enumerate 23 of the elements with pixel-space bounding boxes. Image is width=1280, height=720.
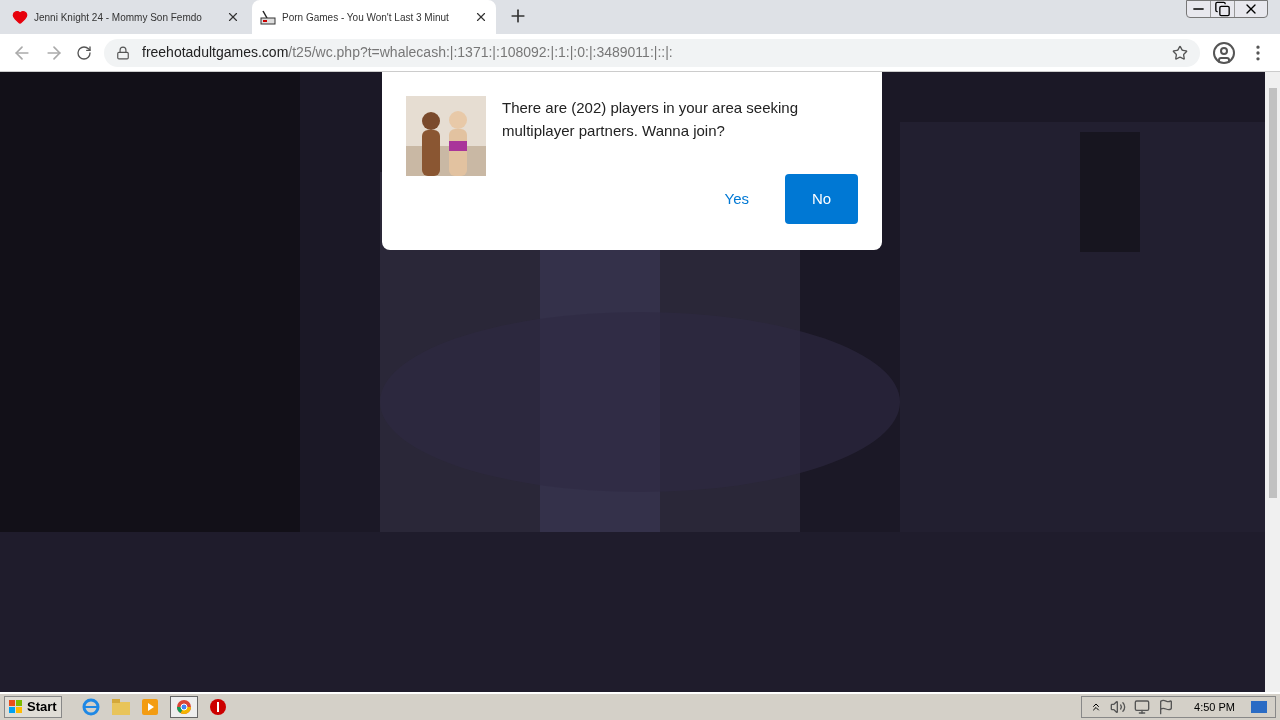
tab-title: Porn Games - You Won't Last 3 Minut: [282, 10, 450, 25]
close-icon[interactable]: [226, 10, 240, 24]
address-bar[interactable]: freehotadultgames.com/t25/wc.php?t=whalecash:|:1371:|:108092:|:1:|:0:|:3489011:|::|:: [104, 38, 1200, 67]
browser-tab[interactable]: Jenni Knight 24 - Mommy Son Femdo: [4, 0, 248, 34]
url-text: freehotadultgames.com/t25/wc.php?t=whalecash:|:1371:|:108092:|:1:|:0:|:3489011:|::|:: [142, 43, 674, 62]
chrome-icon: [175, 699, 192, 715]
network-icon[interactable]: [1134, 699, 1151, 715]
heart-icon: [12, 9, 28, 25]
browser-tab[interactable]: Porn Games - You Won't Last 3 Minut: [252, 0, 496, 34]
speaker-icon[interactable]: [1110, 699, 1127, 715]
lock-icon: [116, 45, 130, 60]
joystick-icon: [260, 9, 276, 25]
profile-icon[interactable]: [1212, 40, 1236, 65]
clock: 4:50 PM: [1194, 699, 1235, 715]
reload-icon[interactable]: [76, 44, 92, 61]
windows-logo-icon: [9, 700, 23, 714]
tab-title: Jenni Knight 24 - Mommy Son Femdo: [34, 10, 203, 25]
taskbar-button[interactable]: [169, 696, 198, 718]
stop-sign-icon[interactable]: [209, 699, 226, 715]
flag-icon[interactable]: [1158, 699, 1175, 715]
bookmark-star-icon[interactable]: [1172, 44, 1188, 61]
start-button[interactable]: Start: [4, 696, 62, 718]
close-icon[interactable]: [474, 10, 488, 24]
